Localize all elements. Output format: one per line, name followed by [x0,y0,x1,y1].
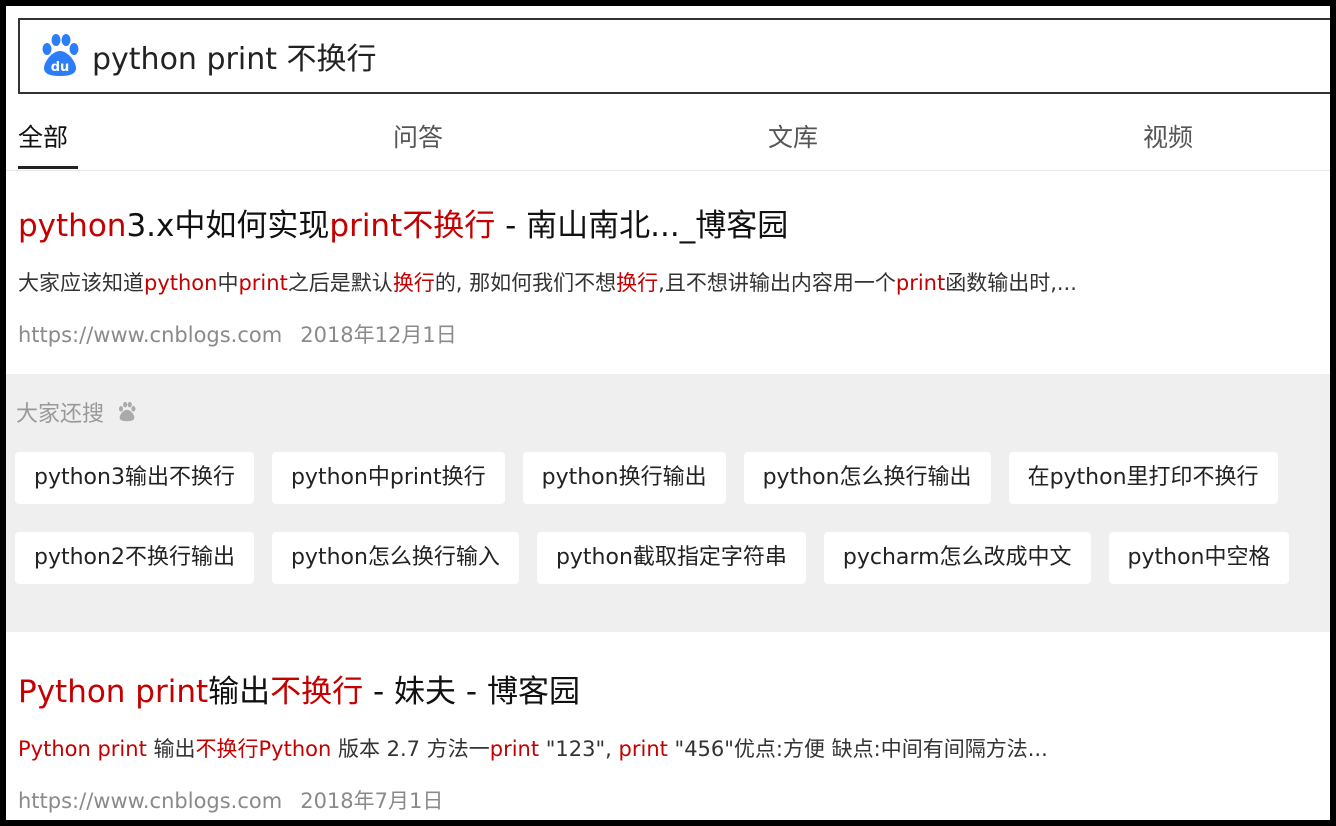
result-title-link[interactable]: python3.x中如何实现print不换行 - 南山南北..._博客园 [18,200,1318,245]
text-segment: 之后是默认 [287,271,393,295]
highlighted-term: Python print [18,674,209,710]
text-segment: "123", [539,737,619,761]
related-chip[interactable]: python截取指定字符串 [536,532,806,584]
text-segment: 函数输出时,... [945,271,1077,295]
baidu-paw-icon [118,401,136,422]
text-segment: 版本 2.7 方法一 [331,737,490,761]
result-date: 2018年7月1日 [300,789,444,813]
text-segment: 中 [217,271,239,295]
text-segment: 输出 [208,674,271,710]
text-segment: 大家应该知道 [18,271,144,295]
related-chip[interactable]: python怎么换行输出 [743,452,991,504]
search-result: python3.x中如何实现print不换行 - 南山南北..._博客园 大家应… [18,200,1318,349]
tab-video[interactable]: 视频 [1143,118,1193,154]
highlighted-term: print [618,737,668,761]
highlighted-term: print [489,737,540,761]
related-row: python3输出不换行 python中print换行 python换行输出 p… [15,452,1278,504]
highlighted-term: 不换行 [270,674,364,710]
result-meta: https://www.cnblogs.com 2018年7月1日 [18,785,1318,815]
related-chip[interactable]: 在python里打印不换行 [1008,452,1278,504]
search-results-page: du python print 不换行 全部 问答 文库 视频 python3.… [6,6,1330,820]
highlighted-term: print不换行 [329,208,496,244]
baidu-paw-logo-icon: du [42,34,79,76]
related-chip[interactable]: python怎么换行输入 [271,532,519,584]
related-chip[interactable]: python换行输出 [522,452,726,504]
result-url[interactable]: https://www.cnblogs.com [18,323,282,347]
highlighted-term: 不换行Python [195,737,332,761]
result-snippet: 大家应该知道python中print之后是默认换行的, 那如何我们不想换行,且不… [18,267,1318,297]
result-tabs: 全部 问答 文库 视频 [6,98,1330,171]
text-segment: 的, 那如何我们不想 [434,271,617,295]
highlighted-term: 换行 [392,271,435,295]
related-row: python2不换行输出 python怎么换行输入 python截取指定字符串 … [15,532,1290,584]
text-segment: ,且不想讲输出内容用一个 [658,271,896,295]
related-searches-title: 大家还搜 [16,402,105,427]
highlighted-term: print [895,271,946,295]
active-tab-indicator [18,166,78,169]
result-snippet: Python print 输出不换行Python 版本 2.7 方法一print… [18,733,1318,763]
related-chip[interactable]: pycharm怎么改成中文 [823,532,1091,584]
related-searches: 大家还搜 python3输出不换行 python中print换行 python换… [6,374,1330,632]
text-segment: - 妹夫 - 博客园 [363,674,580,710]
text-segment: 3.x中如何实现 [126,208,330,244]
search-query-text[interactable]: python print 不换行 [92,34,377,78]
result-url[interactable]: https://www.cnblogs.com [18,789,282,813]
highlighted-term: print [238,271,288,295]
related-chip[interactable]: python中print换行 [271,452,505,504]
text-segment: 输出 [146,737,196,761]
result-meta: https://www.cnblogs.com 2018年12月1日 [18,319,1318,349]
highlighted-term: 换行 [616,271,659,295]
text-segment: "456"优点:方便 缺点:中间有间隔方法... [667,737,1048,761]
related-chip[interactable]: python中空格 [1108,532,1290,584]
result-date: 2018年12月1日 [300,323,457,347]
highlighted-term: python [144,271,218,295]
related-chip[interactable]: python3输出不换行 [15,452,254,504]
text-segment: - 南山南北..._博客园 [495,208,789,244]
related-searches-heading: 大家还搜 [16,396,138,428]
search-box[interactable]: du python print 不换行 [18,18,1330,94]
highlighted-term: Python print [18,737,147,761]
search-result: Python print输出不换行 - 妹夫 - 博客园 Python prin… [18,666,1318,815]
related-chip[interactable]: python2不换行输出 [15,532,254,584]
svg-text:du: du [51,60,70,75]
result-title-link[interactable]: Python print输出不换行 - 妹夫 - 博客园 [18,666,1318,711]
tab-qa[interactable]: 问答 [393,118,443,154]
highlighted-term: python [18,208,127,244]
tab-all[interactable]: 全部 [18,118,68,154]
tab-wenku[interactable]: 文库 [768,118,818,154]
